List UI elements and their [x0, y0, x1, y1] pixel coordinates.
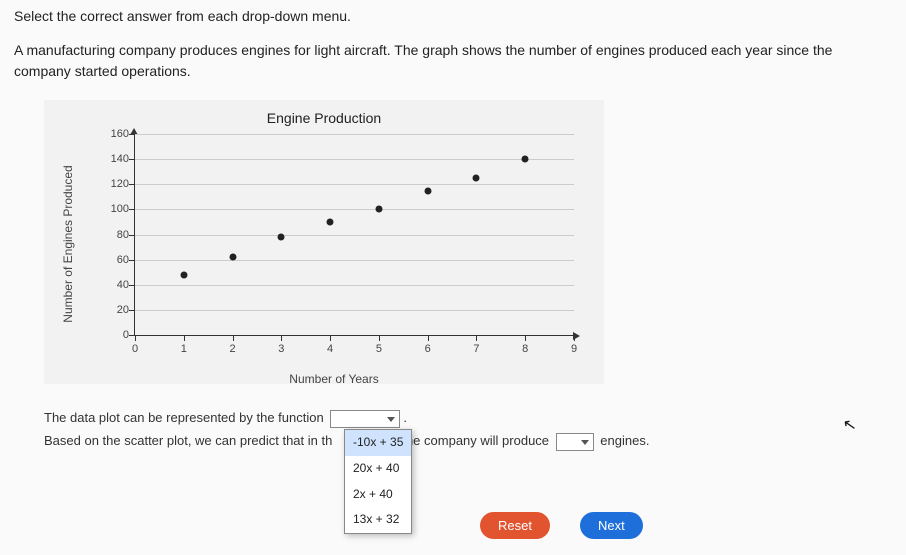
data-point	[473, 174, 480, 181]
y-tick	[129, 159, 135, 160]
dropdown-option[interactable]: 2x + 40	[345, 482, 411, 508]
sentence2-pre: Based on the scatter plot, we can predic…	[44, 433, 332, 448]
x-tick-label: 9	[571, 343, 577, 355]
y-tick	[129, 184, 135, 185]
answer-block: The data plot can be represented by the …	[44, 406, 892, 453]
x-tick-label: 2	[229, 343, 235, 355]
data-point	[229, 254, 236, 261]
gridline	[135, 184, 574, 185]
dropdown-option[interactable]: 13x + 32	[345, 507, 411, 533]
chart-card: Engine Production Number of Engines Prod…	[44, 100, 604, 384]
x-tick-label: 4	[327, 343, 333, 355]
sentence1-pre: The data plot can be represented by the …	[44, 410, 324, 425]
gridline	[135, 285, 574, 286]
next-button[interactable]: Next	[580, 512, 643, 539]
data-point	[522, 156, 529, 163]
y-tick	[129, 209, 135, 210]
x-tick-label: 0	[132, 343, 138, 355]
button-row: Reset Next	[480, 512, 643, 539]
data-point	[327, 218, 334, 225]
gridline	[135, 159, 574, 160]
x-tick	[525, 335, 526, 341]
data-point	[278, 234, 285, 241]
scatter-plot: 0204060801001201401600123456789	[134, 134, 574, 336]
data-point	[180, 271, 187, 278]
y-tick-label: 0	[103, 329, 129, 341]
y-tick	[129, 235, 135, 236]
y-tick-label: 60	[103, 254, 129, 266]
dropdown-option[interactable]: 20x + 40	[345, 456, 411, 482]
sentence2-post: engines.	[600, 433, 649, 448]
x-tick-label: 6	[425, 343, 431, 355]
y-tick-label: 140	[103, 153, 129, 165]
gridline	[135, 260, 574, 261]
reset-button[interactable]: Reset	[480, 512, 550, 539]
x-tick-label: 1	[181, 343, 187, 355]
x-tick	[428, 335, 429, 341]
x-tick	[574, 335, 575, 341]
y-tick-label: 160	[103, 128, 129, 140]
instruction-text: Select the correct answer from each drop…	[14, 8, 892, 24]
y-tick-label: 20	[103, 304, 129, 316]
function-dropdown-menu[interactable]: -10x + 3520x + 402x + 4013x + 32	[344, 429, 412, 533]
chart-area: Number of Engines Produced Number of Yea…	[94, 134, 574, 354]
data-point	[424, 187, 431, 194]
cursor-icon: ↖	[841, 414, 858, 436]
y-axis-label: Number of Engines Produced	[61, 165, 75, 322]
x-tick	[330, 335, 331, 341]
x-tick-label: 7	[473, 343, 479, 355]
x-tick-label: 3	[278, 343, 284, 355]
engines-dropdown[interactable]	[556, 433, 594, 451]
gridline	[135, 310, 574, 311]
sentence2-mid: the company will produce	[402, 433, 549, 448]
y-tick-label: 80	[103, 229, 129, 241]
gridline	[135, 134, 574, 135]
gridline	[135, 209, 574, 210]
context-text: A manufacturing company produces engines…	[14, 40, 892, 82]
x-tick-label: 5	[376, 343, 382, 355]
chart-title: Engine Production	[64, 110, 584, 126]
y-tick-label: 120	[103, 178, 129, 190]
y-tick-label: 100	[103, 203, 129, 215]
dropdown-option[interactable]: -10x + 35	[345, 430, 411, 456]
data-point	[375, 206, 382, 213]
y-tick	[129, 260, 135, 261]
y-tick-label: 40	[103, 279, 129, 291]
y-tick	[129, 134, 135, 135]
x-tick	[233, 335, 234, 341]
y-tick	[129, 285, 135, 286]
x-axis-label: Number of Years	[289, 372, 378, 386]
x-tick	[184, 335, 185, 341]
gridline	[135, 235, 574, 236]
function-dropdown[interactable]	[330, 410, 400, 428]
x-tick	[379, 335, 380, 341]
y-tick	[129, 310, 135, 311]
x-tick	[135, 335, 136, 341]
x-tick	[476, 335, 477, 341]
x-tick	[281, 335, 282, 341]
x-tick-label: 8	[522, 343, 528, 355]
